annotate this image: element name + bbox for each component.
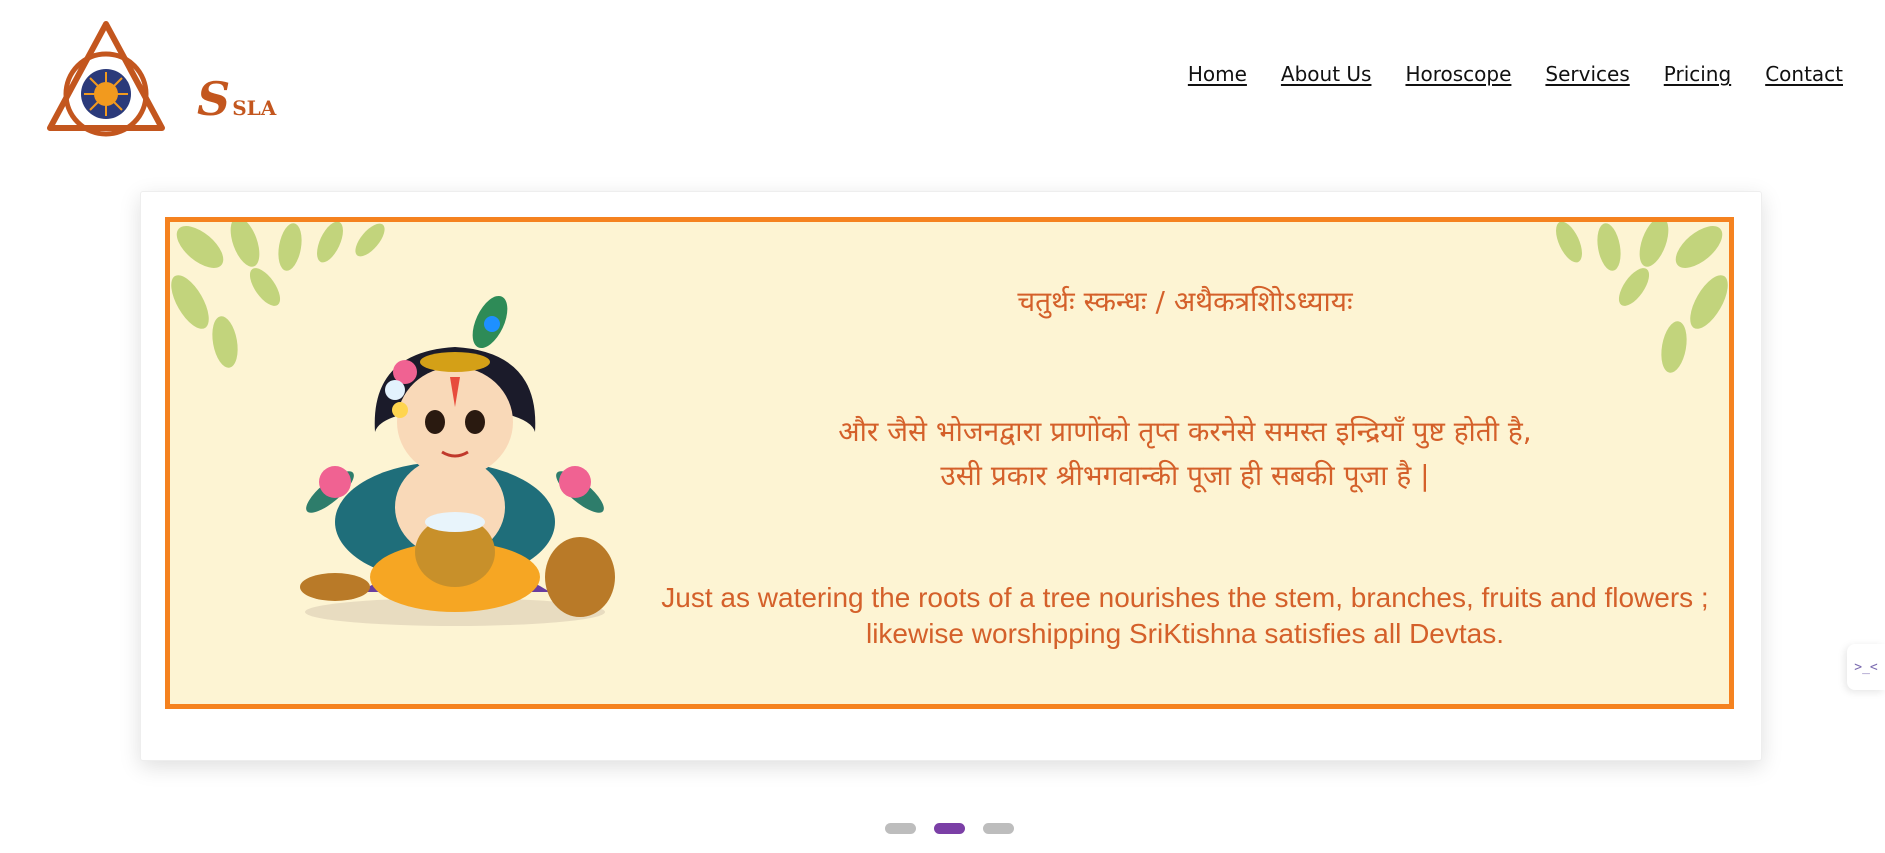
nav-about-us[interactable]: About Us [1281,62,1372,86]
nav-horoscope[interactable]: Horoscope [1405,62,1511,86]
site-header: S SLA Home About Us Horoscope Services Pr… [0,0,1885,160]
logo-wordmark: S SLA [197,72,276,126]
main-nav: Home About Us Horoscope Services Pricing… [1188,62,1843,86]
slide-text: चतुर्थः स्कन्धः / अथैकत्रशिोऽध्यायः और ज… [640,222,1729,704]
hindi-verse-line-2: उसी प्रकार श्रीभगवान्की पूजा ही सबकी पूज… [940,459,1430,492]
english-verse-line-1: Just as watering the roots of a tree nou… [661,582,1709,613]
nav-pricing[interactable]: Pricing [1664,62,1731,86]
carousel-indicators [885,823,1014,834]
code-icon: >_< [1854,659,1878,675]
site-logo[interactable]: S SLA [42,20,276,145]
carousel-dot-1[interactable] [885,823,916,834]
nav-contact[interactable]: Contact [1765,62,1843,86]
slide-banner: चतुर्थः स्कन्धः / अथैकत्रशिोऽध्यायः और ज… [165,217,1734,709]
nav-services[interactable]: Services [1545,62,1629,86]
english-verse-line-2: likewise worshipping SriKtishna satisfie… [865,618,1505,649]
hindi-verse-line-1: और जैसे भोजनद्वारा प्राणोंको तृप्त करनेस… [838,415,1532,448]
krishna-illustration [300,295,615,626]
carousel-dot-3[interactable] [983,823,1014,834]
logo-letter: S [197,72,231,126]
logo-text: SLA [232,96,277,120]
carousel-dot-2[interactable] [934,823,965,834]
side-widget-button[interactable]: >_< [1847,644,1885,690]
slide-title: चतुर्थः स्कन्धः / अथैकत्रशिोऽध्यायः [1017,285,1353,318]
nav-home[interactable]: Home [1188,62,1247,86]
